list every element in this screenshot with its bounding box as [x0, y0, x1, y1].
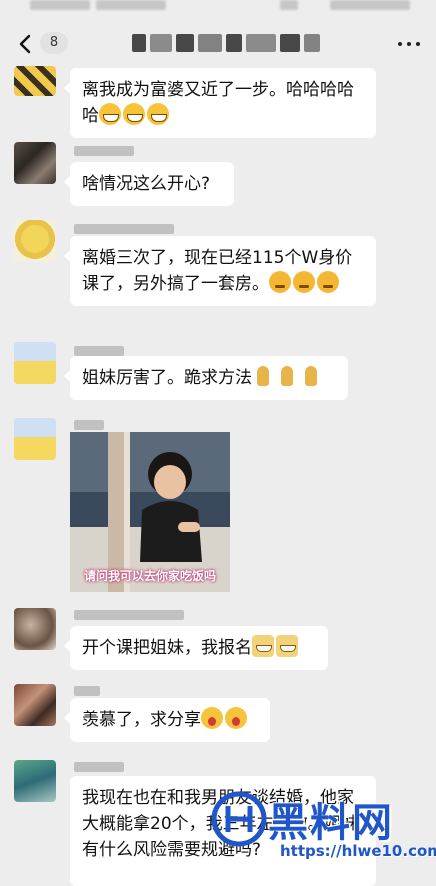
- sender-name-blurred: [74, 420, 104, 430]
- watermark: 黑料网 https://hlwe10.com: [210, 790, 436, 870]
- sender-name-blurred: [74, 346, 124, 356]
- message-bubble[interactable]: 羡慕了，求分享: [64, 698, 270, 742]
- avatar[interactable]: [14, 66, 56, 96]
- message-bubble[interactable]: 啥情况这么开心?: [64, 162, 234, 206]
- watermark-brand: 黑料网: [268, 800, 394, 846]
- sender-name-blurred: [74, 146, 134, 156]
- status-time: [30, 0, 90, 10]
- smug-emoji-icon: [293, 271, 315, 293]
- message-text: 羡慕了，求分享: [82, 710, 201, 730]
- watermark-logo-icon: [211, 791, 267, 847]
- sender-name-blurred: [74, 762, 124, 772]
- status-speed: [280, 0, 298, 10]
- image-caption: 请问我可以去你家吃饭吗: [83, 569, 216, 583]
- status-icons: [330, 0, 410, 10]
- pray-emoji-icon: [252, 365, 274, 387]
- sender-name-blurred: [74, 610, 184, 620]
- avatar[interactable]: [14, 418, 56, 460]
- grin-emoji-icon: [123, 103, 145, 125]
- chat-header: 8: [0, 22, 436, 66]
- avatar[interactable]: [14, 142, 56, 184]
- pray-emoji-icon: [300, 365, 322, 387]
- smug-emoji-icon: [269, 271, 291, 293]
- avatar[interactable]: [14, 684, 56, 726]
- chat-title-blurred: [132, 34, 322, 52]
- message-bubble[interactable]: 离婚三次了，现在已经115个W身价课了，另外搞了一套房。: [64, 236, 376, 306]
- back-arrow-icon[interactable]: [16, 34, 36, 54]
- message-bubble[interactable]: 姐妹厉害了。跪求方法: [64, 356, 348, 400]
- more-options-icon[interactable]: [398, 34, 422, 54]
- drool-emoji-icon: [201, 707, 223, 729]
- unread-badge[interactable]: 8: [40, 32, 68, 54]
- message-text: 姐妹厉害了。跪求方法: [82, 368, 252, 388]
- avatar[interactable]: [14, 608, 56, 650]
- pray-emoji-icon: [276, 365, 298, 387]
- watermark-url: https://hlwe10.com: [280, 842, 436, 860]
- avatar[interactable]: [14, 342, 56, 384]
- cat-emoji-icon: [276, 635, 298, 657]
- message-text: 开个课把姐妹，我报名: [82, 638, 252, 658]
- message-text: 离我成为富婆又近了一步。哈哈哈哈哈: [82, 80, 354, 126]
- sender-name-blurred: [74, 686, 100, 696]
- image-message[interactable]: 请问我可以去你家吃饭吗: [70, 432, 230, 592]
- message-bubble[interactable]: 离我成为富婆又近了一步。哈哈哈哈哈: [64, 68, 376, 138]
- status-carrier: [96, 0, 166, 10]
- drool-emoji-icon: [225, 707, 247, 729]
- message-text: 啥情况这么开心?: [82, 174, 211, 194]
- status-bar: [0, 0, 436, 22]
- sender-name-blurred: [74, 224, 174, 234]
- message-bubble[interactable]: 开个课把姐妹，我报名: [64, 626, 328, 670]
- cat-emoji-icon: [252, 635, 274, 657]
- avatar[interactable]: [14, 220, 56, 262]
- grin-emoji-icon: [147, 103, 169, 125]
- grin-emoji-icon: [99, 103, 121, 125]
- smug-emoji-icon: [317, 271, 339, 293]
- avatar[interactable]: [14, 760, 56, 802]
